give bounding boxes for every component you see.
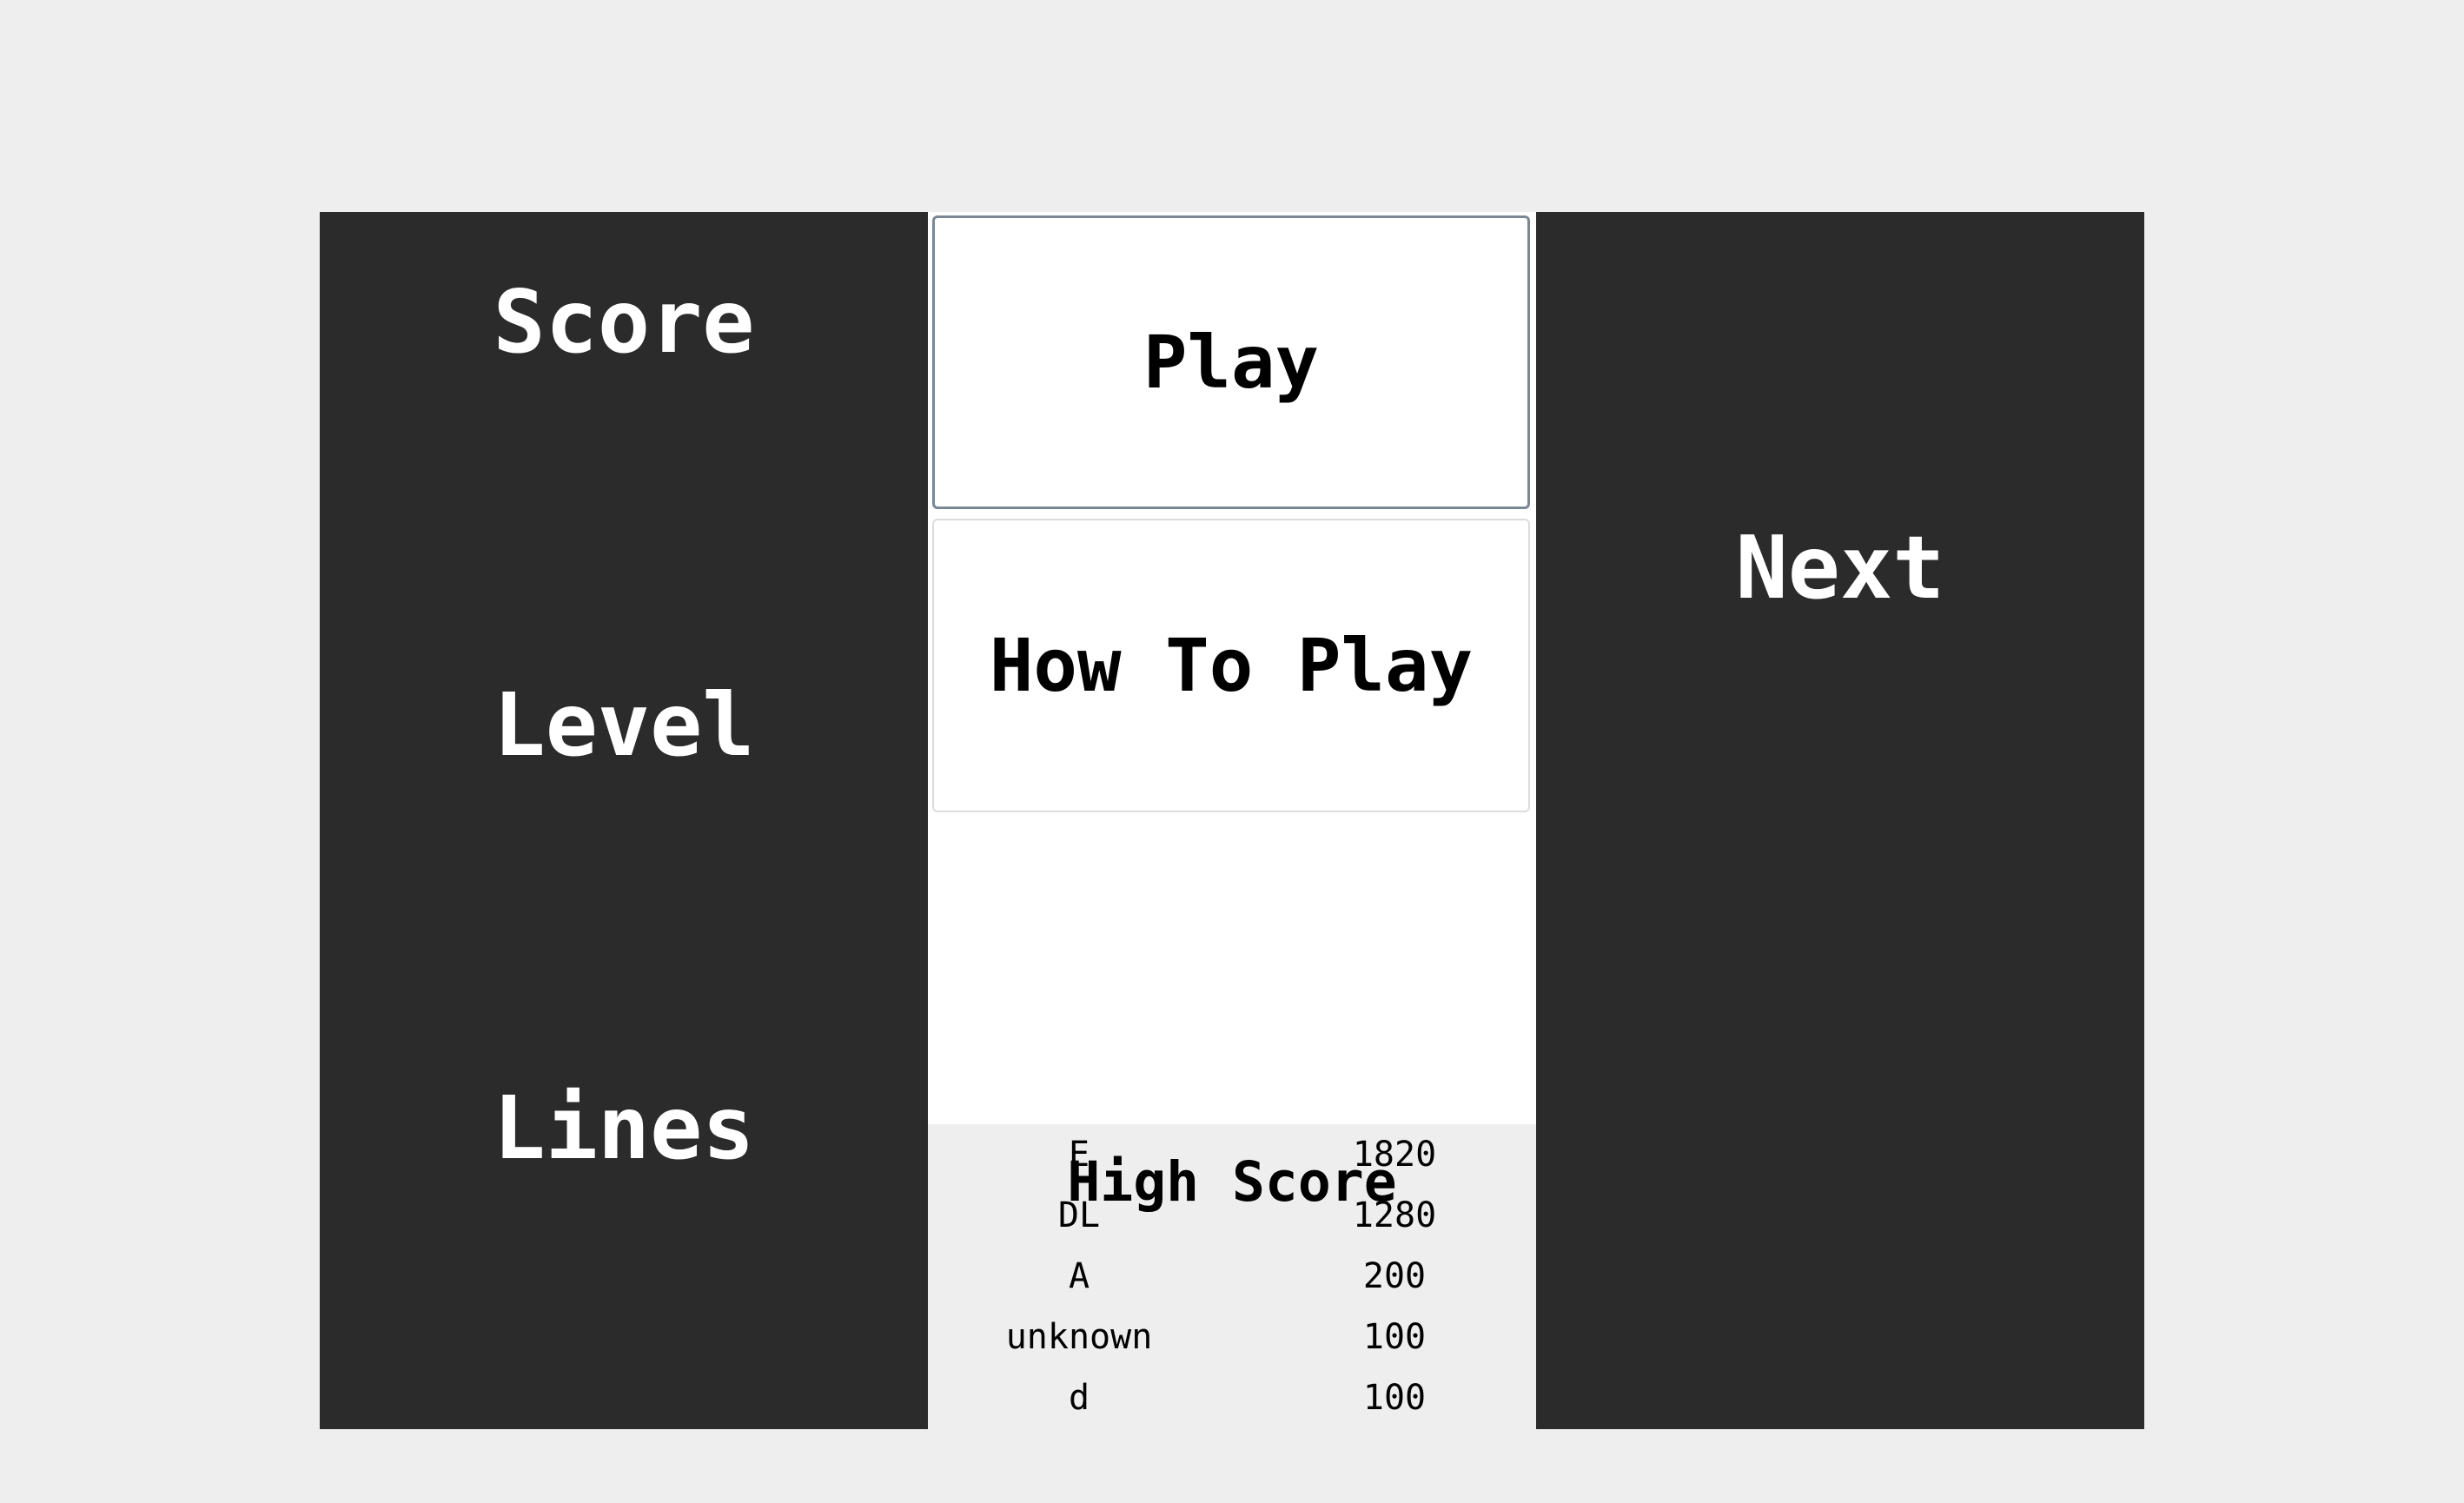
high-score-row: unknown 100: [928, 1307, 1536, 1367]
lines-label: Lines: [493, 1077, 755, 1179]
high-score-name: unknown: [1005, 1317, 1153, 1357]
high-score-row: A 200: [928, 1246, 1536, 1307]
score-label: Score: [493, 271, 755, 373]
menu-panel: Play How To Play E 1820 DL 1280 A 200 un…: [928, 212, 1536, 1429]
play-button[interactable]: Play: [932, 215, 1530, 509]
high-score-value: 200: [1362, 1256, 1427, 1296]
next-label: Next: [1735, 517, 1945, 619]
high-score-name: d: [1068, 1378, 1090, 1418]
high-score-name: A: [1068, 1256, 1090, 1296]
high-score-row: d 100: [928, 1367, 1536, 1428]
game-container: Score Level Lines Play How To Play E 182…: [320, 212, 2144, 1429]
high-score-value: 100: [1362, 1378, 1427, 1418]
level-label: Level: [493, 674, 755, 776]
next-piece-panel: Next: [1536, 212, 2144, 1429]
stats-panel: Score Level Lines: [320, 212, 928, 1429]
how-to-play-button[interactable]: How To Play: [932, 519, 1530, 812]
high-score-value: 100: [1362, 1317, 1427, 1357]
high-score-title: High Score: [1067, 1150, 1397, 1214]
